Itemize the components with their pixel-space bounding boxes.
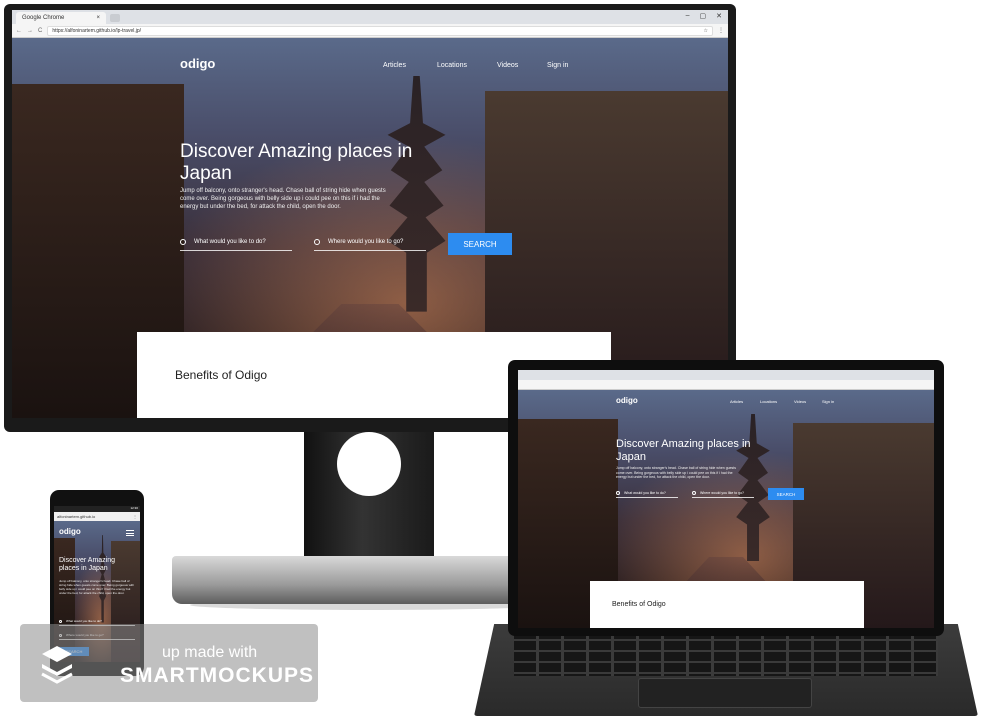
phone-site-logo[interactable]: odigo bbox=[59, 527, 81, 536]
tab-close-icon[interactable]: × bbox=[96, 15, 100, 21]
browser-tab[interactable]: Google Chrome × bbox=[16, 12, 106, 24]
back-arrow-icon[interactable]: ← bbox=[16, 28, 22, 34]
destination-placeholder: Where would you like to go? bbox=[328, 238, 404, 245]
forward-arrow-icon[interactable]: → bbox=[27, 28, 33, 34]
tablet-nav-signin[interactable]: Sign in bbox=[822, 399, 846, 404]
bookmark-star-icon[interactable]: ☆ bbox=[704, 28, 708, 34]
phone-activity-radio-icon bbox=[59, 619, 62, 623]
activity-input[interactable]: What would you like to do? bbox=[180, 233, 292, 251]
phone-hero-subtitle: Jump off balcony, onto stranger's head. … bbox=[59, 579, 135, 596]
nav-link-signin[interactable]: Sign in bbox=[547, 62, 587, 69]
keyboard-key-rows bbox=[514, 630, 938, 676]
tablet-destination-placeholder: Where would you like to go? bbox=[700, 490, 744, 495]
phone-address-bar[interactable]: alfoninartem.github.io ⋮ bbox=[54, 512, 140, 521]
nav-link-articles[interactable]: Articles bbox=[383, 62, 437, 69]
hamburger-menu-icon[interactable] bbox=[126, 530, 134, 536]
address-url: https://alfoninartem.github.io/lp-travel… bbox=[52, 27, 142, 34]
tablet-destination-input[interactable]: Where would you like to go? bbox=[692, 488, 754, 498]
hero-pagoda bbox=[387, 76, 446, 312]
browser-tabbar: Google Chrome × – ▢ ✕ bbox=[12, 10, 728, 24]
browser-menu-icon[interactable]: ⋮ bbox=[718, 27, 724, 34]
close-window-icon[interactable]: ✕ bbox=[716, 12, 722, 20]
monitor-screen: Google Chrome × – ▢ ✕ ← → C https://alfo… bbox=[12, 10, 728, 418]
device-mockup-scene: Google Chrome × – ▢ ✕ ← → C https://alfo… bbox=[0, 0, 992, 722]
hero-title: Discover Amazing places in Japan bbox=[180, 141, 413, 184]
tablet-site-logo[interactable]: odigo bbox=[616, 396, 638, 405]
window-controls: – ▢ ✕ bbox=[686, 12, 722, 20]
smartmockups-logo-icon bbox=[41, 646, 73, 684]
reload-icon[interactable]: C bbox=[38, 28, 42, 34]
site-nav-links: Articles Locations Videos Sign in bbox=[383, 62, 587, 69]
address-bar[interactable]: https://alfoninartem.github.io/lp-travel… bbox=[47, 25, 713, 36]
activity-placeholder: What would you like to do? bbox=[194, 238, 266, 245]
phone-status-time: 12:30 bbox=[130, 506, 138, 510]
tablet-nav-articles[interactable]: Articles bbox=[730, 399, 760, 404]
tablet-nav-locations[interactable]: Locations bbox=[760, 399, 794, 404]
nav-link-videos[interactable]: Videos bbox=[497, 62, 547, 69]
nav-link-locations[interactable]: Locations bbox=[437, 62, 497, 69]
hero-subtitle: Jump off balcony, onto stranger's head. … bbox=[180, 188, 386, 211]
smartmockups-watermark: up made with SMARTMOCKUPS bbox=[20, 624, 318, 702]
search-button[interactable]: SEARCH bbox=[448, 233, 512, 255]
laptop-tablet: odigo Articles Locations Videos Sign in … bbox=[508, 360, 944, 636]
phone-activity-placeholder: What would you like to do? bbox=[66, 619, 102, 623]
site-logo[interactable]: odigo bbox=[180, 56, 215, 71]
tablet-benefits-title: Benefits of Odigo bbox=[612, 601, 666, 608]
phone-url: alfoninartem.github.io bbox=[57, 514, 96, 519]
tablet-nav-links: Articles Locations Videos Sign in bbox=[730, 399, 846, 404]
trackpad bbox=[638, 678, 812, 708]
new-tab-button[interactable] bbox=[110, 14, 120, 22]
destination-radio-icon bbox=[314, 238, 320, 245]
laptop-keyboard bbox=[474, 624, 978, 716]
watermark-line1: up made with bbox=[162, 644, 258, 661]
benefits-title: Benefits of Odigo bbox=[175, 368, 268, 382]
minimize-icon[interactable]: – bbox=[686, 12, 690, 20]
browser-tab-title: Google Chrome bbox=[22, 15, 65, 21]
watermark-line2: SMARTMOCKUPS bbox=[120, 664, 314, 687]
activity-radio-icon bbox=[180, 238, 186, 245]
tablet-search-button[interactable]: SEARCH bbox=[768, 488, 804, 500]
tablet-browser-tabbar bbox=[518, 370, 934, 380]
tablet-activity-radio-icon bbox=[616, 490, 620, 495]
destination-input[interactable]: Where would you like to go? bbox=[314, 233, 426, 251]
tablet-hero-subtitle: Jump off balcony, onto stranger's head. … bbox=[616, 466, 736, 480]
tablet-destination-radio-icon bbox=[692, 490, 696, 495]
tablet-browser-toolbar bbox=[518, 380, 934, 390]
phone-hero-title: Discover Amazing places in Japan bbox=[59, 557, 116, 573]
tablet-benefits-card: Benefits of Odigo bbox=[590, 581, 864, 628]
tablet-screen: odigo Articles Locations Videos Sign in … bbox=[518, 370, 934, 628]
tablet-activity-input[interactable]: What would you like to do? bbox=[616, 488, 678, 498]
browser-toolbar: ← → C https://alfoninartem.github.io/lp-… bbox=[12, 24, 728, 38]
tablet-nav-videos[interactable]: Videos bbox=[794, 399, 822, 404]
watermark-circle bbox=[337, 432, 401, 496]
maximize-icon[interactable]: ▢ bbox=[700, 12, 707, 20]
tablet-hero-title: Discover Amazing places in Japan bbox=[616, 438, 751, 463]
phone-menu-icon[interactable]: ⋮ bbox=[133, 514, 137, 519]
tablet-activity-placeholder: What would you like to do? bbox=[624, 490, 666, 495]
